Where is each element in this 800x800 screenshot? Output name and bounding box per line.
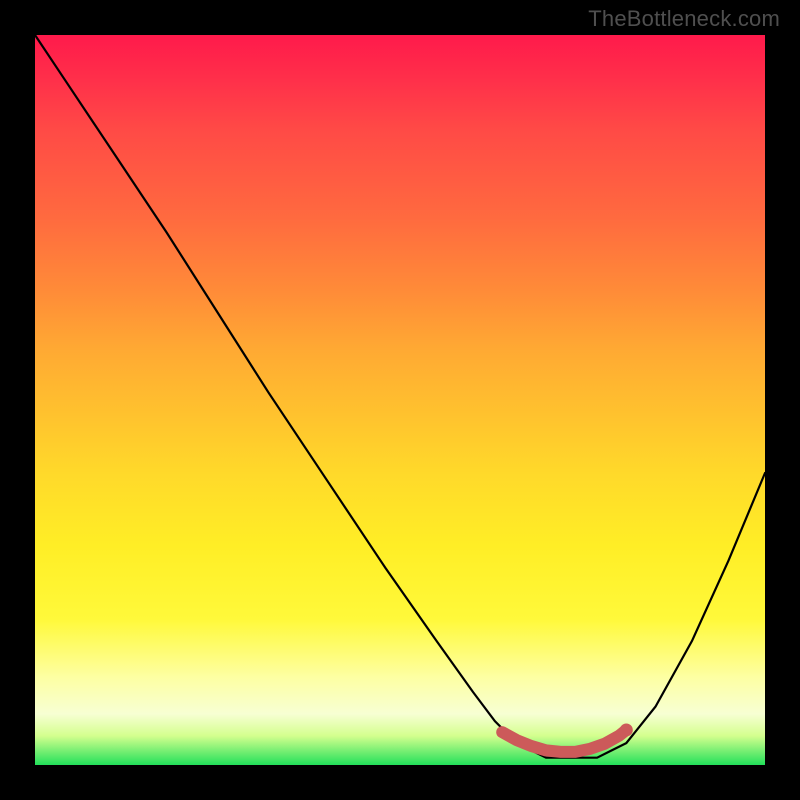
bottleneck-curve	[35, 35, 765, 758]
curve-svg	[35, 35, 765, 765]
sweet-spot-marker	[502, 730, 626, 752]
chart-frame: TheBottleneck.com	[0, 0, 800, 800]
sweet-spot-end-dot	[620, 723, 633, 736]
attribution-text: TheBottleneck.com	[588, 6, 780, 32]
